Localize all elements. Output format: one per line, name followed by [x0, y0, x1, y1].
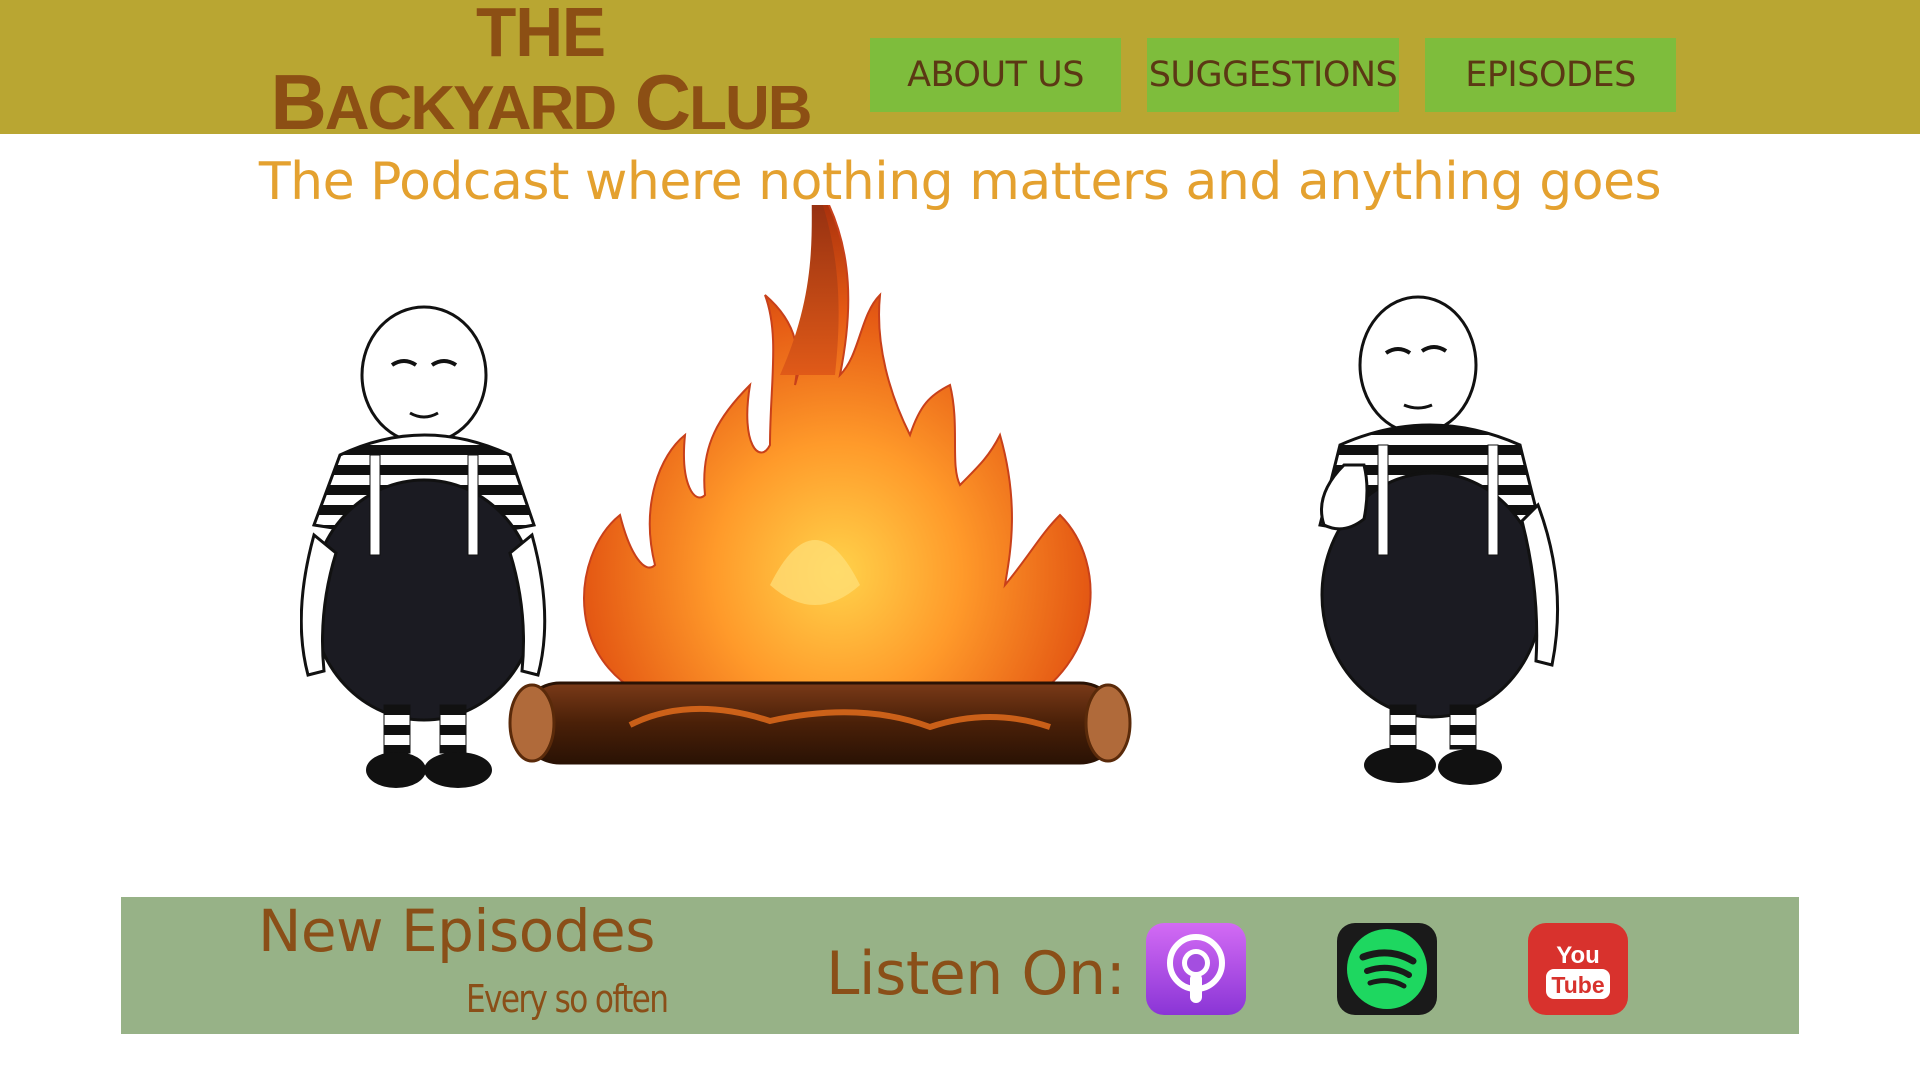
new-episodes-heading: New Episodes	[258, 897, 655, 965]
nav-suggestions-button[interactable]: SUGGESTIONS	[1147, 38, 1399, 112]
campfire	[508, 205, 1132, 765]
listen-on-label: Listen On:	[826, 939, 1126, 1009]
apple-podcasts-icon[interactable]	[1146, 923, 1246, 1015]
site-header: THE BACKYARD CLUB ABOUT US SUGGESTIONS E…	[0, 0, 1920, 143]
youtube-icon[interactable]: You Tube	[1528, 923, 1628, 1015]
logo-line-1: THE	[476, 0, 606, 71]
site-logo[interactable]: THE BACKYARD CLUB	[243, 0, 838, 143]
youtube-icon-text-tube: Tube	[1551, 972, 1604, 998]
tagline: The Podcast where nothing matters and an…	[258, 152, 1662, 212]
logo-line-2: BACKYARD CLUB	[270, 58, 812, 146]
youtube-icon-text-you: You	[1556, 942, 1600, 969]
every-so-often-text: Every so often	[466, 977, 669, 1021]
listen-bar: New Episodes Every so often Listen On: Y…	[121, 897, 1799, 1034]
nav-episodes-button[interactable]: EPISODES	[1425, 38, 1676, 112]
left-figure	[300, 305, 547, 788]
hero-illustration	[300, 205, 1560, 788]
right-figure	[1318, 295, 1560, 785]
nav-about-us-button[interactable]: ABOUT US	[870, 38, 1121, 112]
spotify-icon[interactable]	[1337, 923, 1437, 1015]
